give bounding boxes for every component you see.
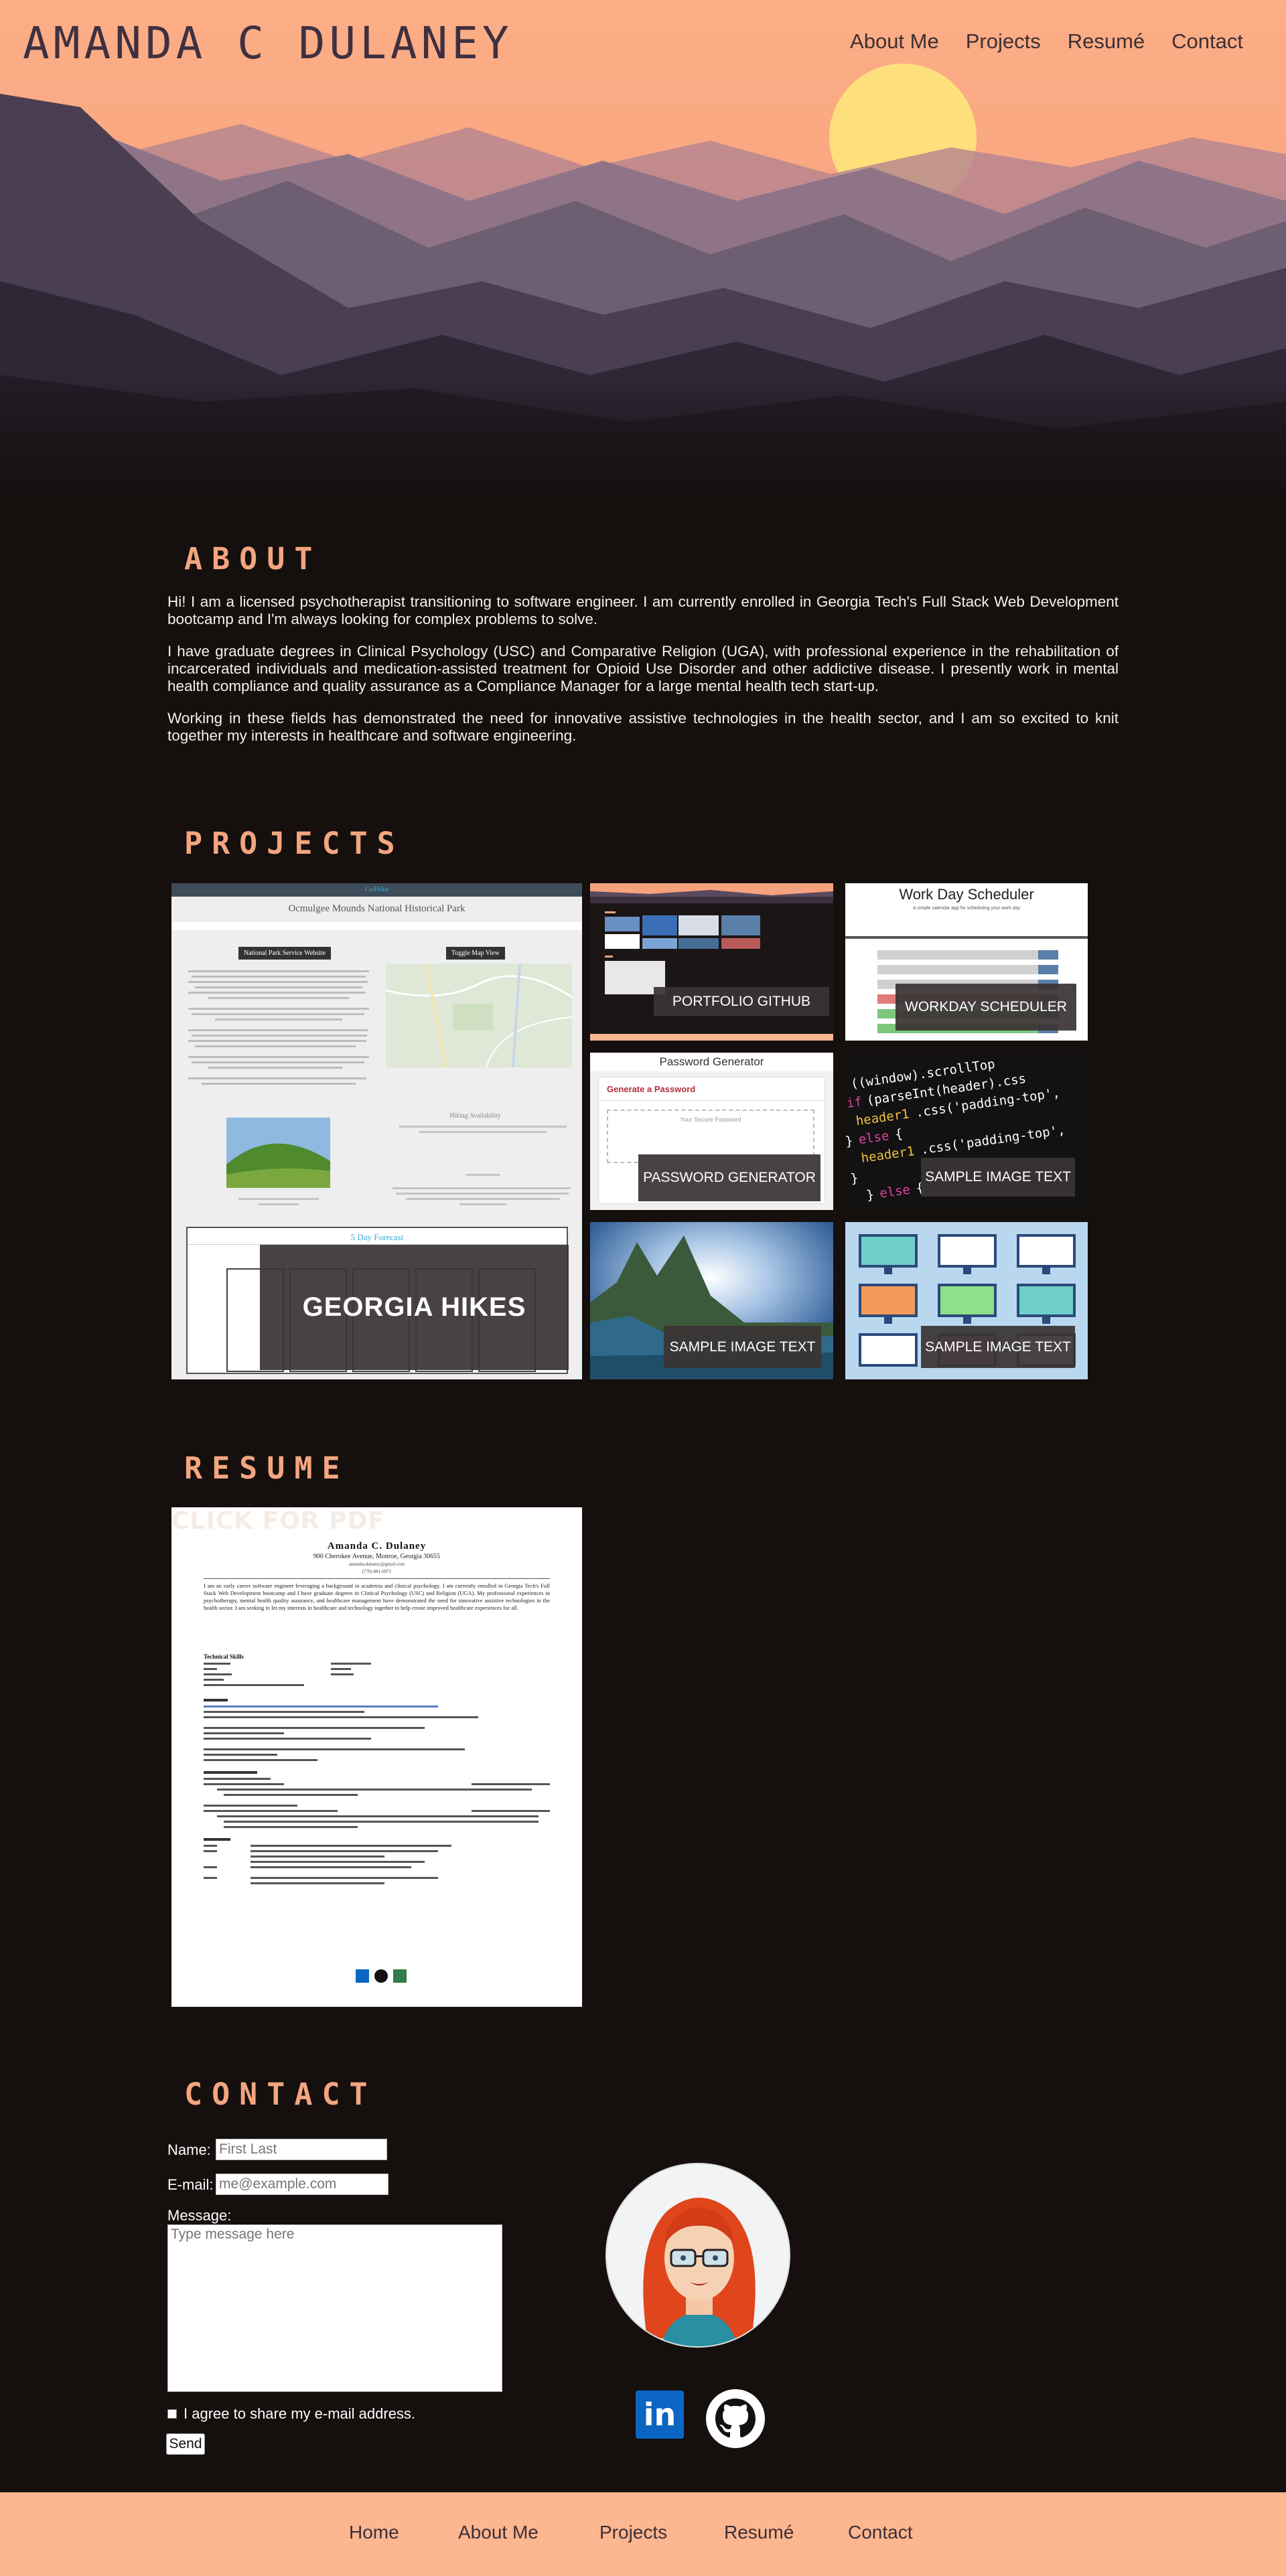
resume-address: 900 Cherokee Avenue, Monroe, Georgia 306… — [313, 1553, 441, 1560]
avatar-illustration — [643, 2198, 756, 2346]
project-tile-portfolio-github[interactable]: PORTFOLIO GITHUB — [590, 883, 833, 1041]
nav-resume[interactable]: Resumé — [1068, 29, 1145, 54]
resume-preview[interactable]: Amanda C. Dulaney 900 Cherokee Avenue, M… — [171, 1507, 582, 2007]
email-label: E-mail: — [167, 2176, 214, 2193]
password-title: Password Generator — [590, 1053, 833, 1071]
park-title: Ocmulgee Mounds National Historical Park — [288, 903, 466, 914]
gohike-logo: GoHike — [365, 885, 388, 893]
about-section: Hi! I am a licensed psychotherapist tran… — [167, 593, 1119, 759]
consent-checkbox[interactable] — [167, 2409, 177, 2419]
svg-text:if: if — [846, 1094, 863, 1111]
footer-projects[interactable]: Projects — [599, 2522, 724, 2543]
tile-label: PORTFOLIO GITHUB — [654, 987, 829, 1016]
top-nav: About Me Projects Resumé Contact — [850, 29, 1243, 54]
footer-about-me[interactable]: About Me — [458, 2522, 599, 2543]
footer: Home About Me Projects Resumé Contact — [0, 2492, 1286, 2576]
about-paragraph: I have graduate degrees in Clinical Psyc… — [167, 643, 1119, 694]
project-tile-workday-scheduler[interactable]: Work Day Scheduler A simple calendar app… — [845, 883, 1088, 1041]
github-icon — [374, 1969, 388, 1983]
github-icon[interactable] — [706, 2389, 765, 2448]
tile-label: SAMPLE IMAGE TEXT — [921, 1326, 1075, 1368]
tile-label: WORKDAY SCHEDULER — [896, 984, 1076, 1031]
project-tile-sample-landscape[interactable]: SAMPLE IMAGE TEXT — [590, 1222, 833, 1379]
svg-text:header1: header1 — [860, 1144, 915, 1166]
footer-contact[interactable]: Contact — [848, 2522, 913, 2543]
park-map — [385, 963, 573, 1068]
scheduler-title: Work Day Scheduler — [899, 886, 1034, 903]
gohike-navbar: GoHike — [171, 883, 582, 897]
footer-links: Home About Me Projects Resumé Contact — [349, 2522, 913, 2543]
resume-heading: RESUME — [184, 1450, 350, 1486]
footer-resume[interactable]: Resumé — [724, 2522, 848, 2543]
resume-name: Amanda C. Dulaney — [327, 1541, 427, 1551]
park-service-button: National Park Service Website — [238, 947, 332, 960]
send-button[interactable]: Send — [166, 2433, 205, 2455]
hero-banner: AMANDA C DULANEY About Me Projects Resum… — [0, 0, 1286, 502]
project-tile-sample-code[interactable]: if ((window).scrollTop if (parseInt(header… — [845, 1053, 1088, 1210]
svg-text:header1: header1 — [855, 1107, 910, 1129]
mountain-sunset-illustration — [0, 0, 1286, 502]
about-paragraph: Working in these fields has demonstrated… — [167, 710, 1119, 744]
footer-home[interactable]: Home — [349, 2522, 458, 2543]
park-description-text — [188, 970, 369, 1085]
projects-heading: PROJECTS — [184, 826, 405, 861]
resume-phone: (770) 881-6971 — [362, 1569, 392, 1574]
svg-text:else: else — [879, 1183, 911, 1201]
email-icon — [393, 1969, 407, 1983]
toggle-map-button: Toggle Map View — [446, 947, 505, 960]
svg-text:}: } — [849, 1170, 859, 1186]
password-subtitle: Generate a Password — [607, 1084, 696, 1094]
avatar — [605, 2163, 790, 2348]
email-input[interactable] — [216, 2174, 388, 2195]
resume-body-text — [204, 1663, 550, 1884]
site-title[interactable]: AMANDA C DULANEY — [23, 17, 513, 69]
linkedin-icon — [356, 1969, 369, 1983]
scheduler-subtitle: A simple calendar app for scheduling you… — [913, 906, 1020, 911]
message-label: Message: — [167, 2207, 232, 2224]
project-tile-password-generator[interactable]: Password Generator Generate a Password Y… — [590, 1053, 833, 1210]
svg-text:.css('padding-top',: .css('padding-top', — [920, 1122, 1066, 1157]
resume-summary: I am an early career software engineer l… — [204, 1582, 550, 1611]
name-input[interactable] — [216, 2139, 387, 2160]
hiking-details-text — [392, 1126, 571, 1205]
about-paragraph: Hi! I am a licensed psychotherapist tran… — [167, 593, 1119, 627]
contact-heading: CONTACT — [184, 2076, 377, 2112]
name-label: Name: — [167, 2141, 211, 2158]
hiking-availability-title: Hiking Availability — [449, 1112, 501, 1120]
park-photo — [226, 1118, 330, 1188]
svg-text:}: } — [845, 1134, 854, 1149]
svg-text:}: } — [865, 1187, 875, 1203]
svg-text:if: if — [845, 1077, 847, 1094]
nav-about-me[interactable]: About Me — [850, 29, 939, 54]
tile-label: SAMPLE IMAGE TEXT — [921, 1158, 1075, 1197]
tile-label: GEORGIA HIKES — [260, 1245, 569, 1370]
portfolio-screenshot — [590, 883, 833, 1041]
about-heading: ABOUT — [184, 541, 322, 577]
tile-label: SAMPLE IMAGE TEXT — [664, 1326, 821, 1368]
nav-contact[interactable]: Contact — [1171, 29, 1243, 54]
resume-email: amandacdulaney@gmail.com — [348, 1562, 405, 1567]
svg-text:else: else — [857, 1128, 889, 1147]
linkedin-icon[interactable]: in — [636, 2391, 684, 2439]
project-tile-sample-websites[interactable]: SAMPLE IMAGE TEXT — [845, 1222, 1088, 1379]
message-textarea[interactable] — [167, 2224, 502, 2392]
nav-projects[interactable]: Projects — [966, 29, 1041, 54]
consent-label: I agree to share my e-mail address. — [184, 2405, 416, 2422]
tile-label: PASSWORD GENERATOR — [638, 1154, 820, 1201]
resume-section-title: Technical Skills — [204, 1653, 244, 1660]
svg-text:{: { — [894, 1126, 904, 1142]
forecast-title: 5 Day Forecast — [350, 1232, 404, 1242]
project-tile-georgia-hikes[interactable]: GoHike Ocmulgee Mounds National Historic… — [171, 883, 582, 1379]
